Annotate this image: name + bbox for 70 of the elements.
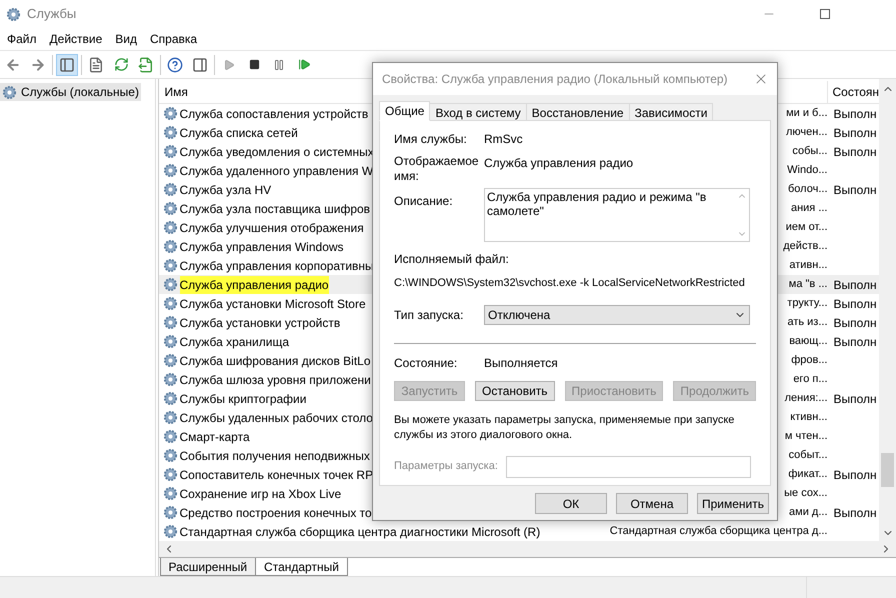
table-cell-text: Служба установки Microsoft Store: [180, 296, 366, 312]
table-cell-text: События получения неподвижных: [180, 448, 370, 464]
field-value: RmSvc: [484, 131, 523, 148]
table-cell: Выполн: [834, 316, 877, 330]
table-cell: Выполн: [834, 296, 877, 310]
table-cell: Выполн: [834, 468, 877, 482]
field-label: Параметры запуска:: [394, 459, 499, 474]
table-cell-text: ктивн...: [790, 410, 828, 426]
table-cell-text: ми и б...: [786, 106, 828, 122]
table-cell-text: действ...: [783, 239, 828, 254]
table-cell-text: м чтен...: [784, 429, 828, 444]
field-label: Состояние:: [394, 354, 458, 372]
table-cell-text: Служба управления Windows: [180, 238, 344, 256]
table-cell: Выполн: [834, 106, 877, 120]
table-cell-text: Служба списка сетей: [180, 124, 298, 142]
field-label: Отображаемое имя:: [394, 154, 480, 184]
table-cell: Выполн: [834, 334, 877, 348]
dialog-title: Свойства: Служба управления радио (Локальный компьютер): [382, 71, 729, 88]
field-label: Имя службы:: [394, 131, 468, 148]
table-cell-text: событ...: [788, 448, 828, 464]
field-label: Исполняемый файл:: [394, 251, 510, 268]
table-cell-text: Служба сопоставления устройств: [180, 106, 368, 122]
table-cell-text: Служба шифрования дисков BitLo: [180, 352, 371, 370]
table-cell-text: фикат...: [788, 467, 828, 482]
table-cell-text: ать из...: [787, 315, 828, 330]
table-cell-text: Сохранение игр на Xbox Live: [180, 486, 342, 502]
table-cell-text: болоч...: [788, 182, 828, 198]
table-cell-text: ативн...: [789, 258, 828, 274]
table-cell-text: вающ...: [789, 334, 828, 350]
table-cell-text: ма "в ...: [788, 277, 828, 292]
field-label: Тип запуска:: [394, 306, 464, 324]
executable-path: C:\WINDOWS\System32\svchost.exe -k LocalServiceNetworkRestricted: [394, 276, 746, 291]
table-cell-text: Служба уведомления о системных: [180, 144, 374, 160]
table-cell: Выполн: [834, 144, 877, 158]
table-cell-text: Служба управления корпоративны: [180, 258, 374, 274]
table-cell-text: Windo...: [787, 163, 828, 178]
table-cell-text: Средство построения конечных то: [180, 504, 372, 522]
table-cell: Выполн: [834, 126, 877, 140]
table-cell-text: Стандартная служба сборщика центра диагностики Microsoft (R): [180, 524, 540, 540]
table-cell-text: Службы удаленных рабочих столо: [180, 410, 373, 426]
field-value: Выполняется: [484, 354, 558, 372]
table-cell-text: собы...: [792, 144, 828, 160]
table-cell-text: ами д...: [789, 505, 828, 520]
table-cell: Выполн: [834, 392, 877, 406]
table-cell-text: трукту...: [787, 296, 828, 312]
table-cell-text: Служба хранилища: [180, 334, 289, 350]
table-cell-text: ые сох...: [784, 486, 828, 502]
table-cell-text: Смарт-карта: [180, 428, 250, 446]
field-label: Описание:: [394, 193, 454, 210]
window-title: Службы: [27, 5, 76, 24]
table-cell-text: ания ...: [790, 201, 828, 216]
table-cell-text: Служба улучшения отображения: [180, 220, 364, 236]
table-cell-text: Сопоставитель конечных точек RP: [180, 466, 374, 484]
table-cell-text: лючен...: [786, 125, 828, 140]
table-cell: Служба управления радио: [180, 276, 329, 294]
table-cell: Выполн: [834, 182, 877, 196]
table-cell-text: Служба узла HV: [180, 182, 272, 198]
table-cell-text: фров...: [791, 353, 828, 368]
table-cell-text: Служба установки устройств: [180, 314, 340, 332]
table-cell: Выполн: [834, 278, 877, 292]
table-cell-text: ления:...: [784, 391, 828, 406]
table-cell: Выполн: [834, 506, 877, 520]
table-cell-text: Службы криптографии: [180, 390, 306, 408]
table-cell-text: Стандартная служба сборщика центра д...: [610, 524, 828, 540]
table-cell-text: ием от...: [786, 220, 828, 236]
field-value: Служба управления радио: [484, 155, 634, 172]
table-cell-text: его п...: [793, 372, 828, 388]
table-cell-text: Служба узла поставщика шифров: [180, 200, 370, 218]
table-cell-text: Служба шлюза уровня приложени: [180, 372, 371, 388]
hint-text: Вы можете указать параметры запуска, применяемые при запуске службы из этого диалогового окна.: [394, 412, 736, 442]
